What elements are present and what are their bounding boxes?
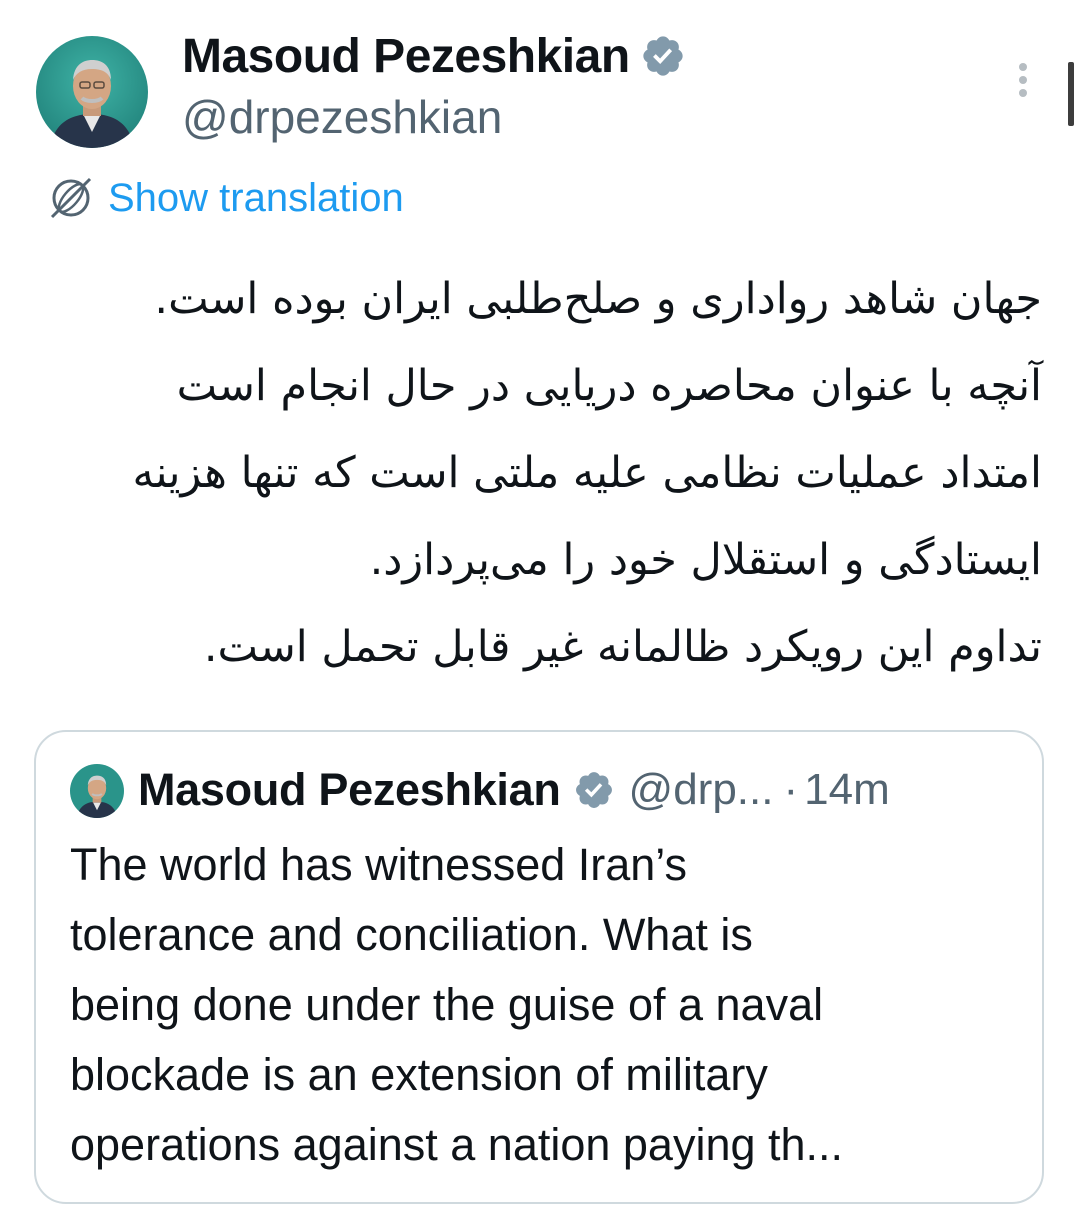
show-translation-button[interactable]: Show translation — [46, 170, 404, 226]
quoted-author-handle: @drp... — [628, 765, 774, 814]
globe-icon — [50, 177, 92, 219]
show-translation-label[interactable]: Show translation — [108, 176, 404, 221]
verified-badge-icon — [573, 769, 615, 811]
quoted-tweet-timestamp: 14m — [804, 765, 890, 814]
separator-dot: · — [783, 765, 799, 814]
quoted-text-line: operations against a nation paying th... — [70, 1119, 844, 1170]
quoted-tweet-header: Masoud Pezeshkian @drp... · 14m — [138, 760, 890, 820]
quoted-author-name: Masoud Pezeshkian — [138, 764, 561, 815]
tweet-body-line: آنچه با عنوان محاصره دریایی در حال انجام… — [176, 361, 1042, 411]
author-name-row: Masoud Pezeshkian — [182, 26, 686, 86]
author-display-name[interactable]: Masoud Pezeshkian — [182, 29, 630, 84]
quoted-author-avatar — [70, 764, 124, 818]
verified-badge-icon[interactable] — [640, 33, 686, 79]
author-handle[interactable]: @drpezeshkian — [182, 90, 502, 144]
more-options-button[interactable] — [1008, 58, 1038, 102]
quoted-tweet-text: The world has witnessed Iran’s tolerance… — [70, 830, 1020, 1180]
tweet-body-line: امتداد عملیات نظامی علیه ملتی است که تنه… — [132, 448, 1043, 498]
tweet-body-line: تداوم این رویکرد ظالمانه غیر قابل تحمل ا… — [203, 622, 1042, 672]
quoted-text-line: The world has witnessed Iran’s — [70, 839, 687, 890]
tweet-body: جهان شاهد رواداری و صلح‌طلبی ایران بوده … — [32, 256, 1043, 691]
tweet-body-line: جهان شاهد رواداری و صلح‌طلبی ایران بوده … — [154, 274, 1042, 324]
more-vertical-icon — [1019, 63, 1027, 97]
tweet-body-line: ایستادگی و استقلال خود را می‌پردازد. — [369, 535, 1042, 585]
profile-photo — [70, 764, 124, 818]
quoted-text-line: blockade is an extension of military — [70, 1049, 768, 1100]
quoted-text-line: tolerance and conciliation. What is — [70, 909, 753, 960]
quoted-text-line: being done under the guise of a naval — [70, 979, 824, 1030]
scrollbar[interactable] — [1068, 62, 1074, 126]
author-avatar[interactable] — [36, 36, 148, 148]
quoted-tweet-card[interactable]: Masoud Pezeshkian @drp... · 14m The worl… — [34, 730, 1044, 1204]
profile-photo — [36, 36, 148, 148]
